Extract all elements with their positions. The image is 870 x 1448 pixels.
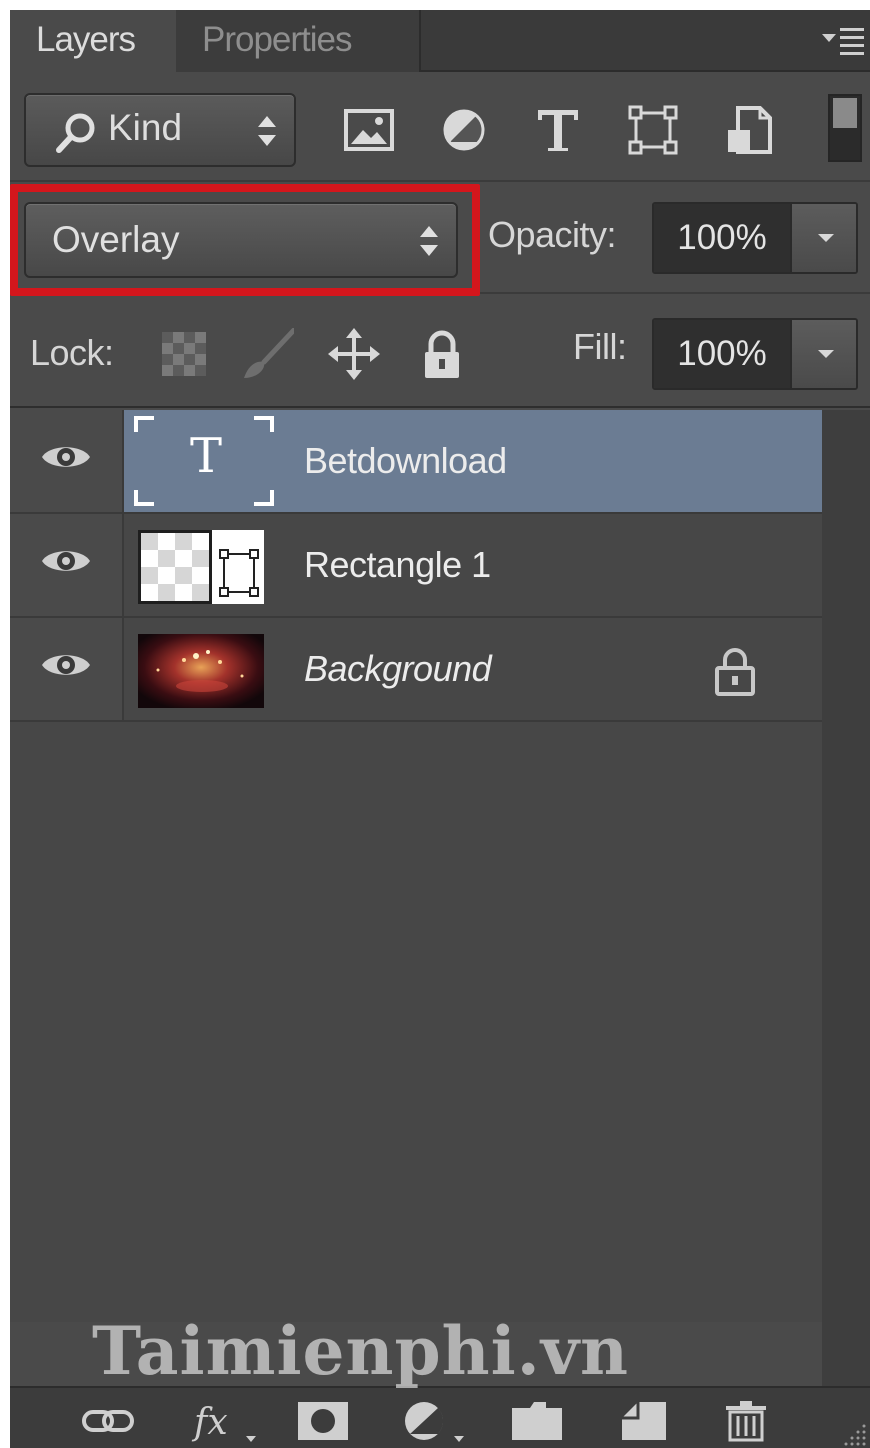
lock-transparent-pixels-icon[interactable] (158, 328, 210, 380)
new-layer-icon[interactable] (620, 1400, 668, 1442)
tab-layers[interactable]: Layers (10, 10, 176, 74)
svg-text:T: T (190, 428, 222, 484)
layers-panel: Layers Properties Kind Overlay Opacity: … (10, 10, 870, 1448)
new-group-icon[interactable] (510, 1400, 564, 1442)
fill-label: Fill: (573, 326, 627, 367)
updown-arrows-icon (420, 226, 438, 256)
layer-row-background[interactable]: Background (10, 618, 822, 722)
lock-image-pixels-icon[interactable] (242, 328, 294, 380)
resize-grip-icon[interactable] (844, 1422, 868, 1446)
opacity-field[interactable]: 100% (652, 202, 858, 274)
blend-mode-row: Overlay Opacity: 100% (10, 184, 870, 296)
layer-row-betdownload[interactable]: T Betdownload (10, 410, 822, 514)
lock-icon (715, 648, 755, 696)
layer-name[interactable]: Betdownload (304, 440, 507, 482)
visibility-toggle[interactable] (10, 410, 124, 512)
layer-style-fx-icon[interactable]: fx (190, 1400, 260, 1442)
delete-layer-icon[interactable] (722, 1400, 770, 1442)
svg-text:fx: fx (191, 1402, 228, 1442)
filter-toggle-switch[interactable] (828, 94, 862, 162)
background-image-thumbnail (138, 634, 264, 708)
fill-value[interactable]: 100% (654, 320, 790, 388)
filter-kind-select[interactable]: Kind (24, 93, 296, 167)
filter-toggle-knob (833, 98, 857, 128)
blend-mode-value: Overlay (52, 219, 180, 260)
layer-name[interactable]: Rectangle 1 (304, 544, 491, 586)
fill-field[interactable]: 100% (652, 318, 858, 390)
watermark-logo: Taimienphi.vn (92, 1312, 630, 1390)
adjustment-layer-icon[interactable] (400, 1400, 470, 1442)
lock-label: Lock: (30, 332, 114, 373)
layer-name[interactable]: Background (304, 648, 492, 690)
lock-all-icon[interactable] (416, 328, 468, 380)
link-layers-icon[interactable] (80, 1400, 136, 1442)
lock-position-icon[interactable] (328, 328, 380, 380)
panel-menu-icon[interactable] (822, 24, 866, 58)
smart-object-filter-icon[interactable] (724, 104, 776, 156)
visibility-toggle[interactable] (10, 514, 124, 616)
shape-layer-thumbnail (138, 530, 264, 604)
layers-list: T Betdownload Rectangle 1 Background (10, 410, 822, 1322)
eye-icon (42, 447, 90, 467)
layer-row-rectangle-1[interactable]: Rectangle 1 (10, 514, 822, 618)
image-filter-icon[interactable] (343, 104, 395, 156)
lock-row: Lock: Fill: 100% (10, 296, 870, 408)
visibility-toggle[interactable] (10, 618, 124, 720)
layers-scrollbar-track[interactable] (822, 410, 870, 1386)
opacity-label: Opacity: (488, 214, 617, 255)
add-mask-icon[interactable] (296, 1400, 350, 1442)
chevron-down-icon (818, 234, 834, 242)
filter-kind-label: Kind (108, 107, 183, 148)
eye-icon (42, 551, 90, 571)
text-layer-thumbnail: T (134, 416, 274, 506)
panel-tab-bar: Layers Properties (10, 10, 870, 74)
opacity-dropdown-button[interactable] (790, 204, 856, 272)
shape-filter-icon[interactable] (627, 104, 679, 156)
layer-filter-row: Kind (10, 74, 870, 182)
adjustment-filter-icon[interactable] (438, 104, 490, 156)
blend-mode-select[interactable]: Overlay (24, 202, 458, 278)
opacity-value[interactable]: 100% (654, 204, 790, 272)
type-filter-icon[interactable] (532, 104, 584, 156)
search-icon (56, 113, 95, 153)
updown-arrows-icon (258, 116, 276, 146)
tab-properties[interactable]: Properties (176, 10, 421, 72)
eye-icon (42, 655, 90, 675)
fill-dropdown-button[interactable] (790, 320, 856, 388)
panel-footer: fx (10, 1386, 870, 1448)
chevron-down-icon (818, 350, 834, 358)
